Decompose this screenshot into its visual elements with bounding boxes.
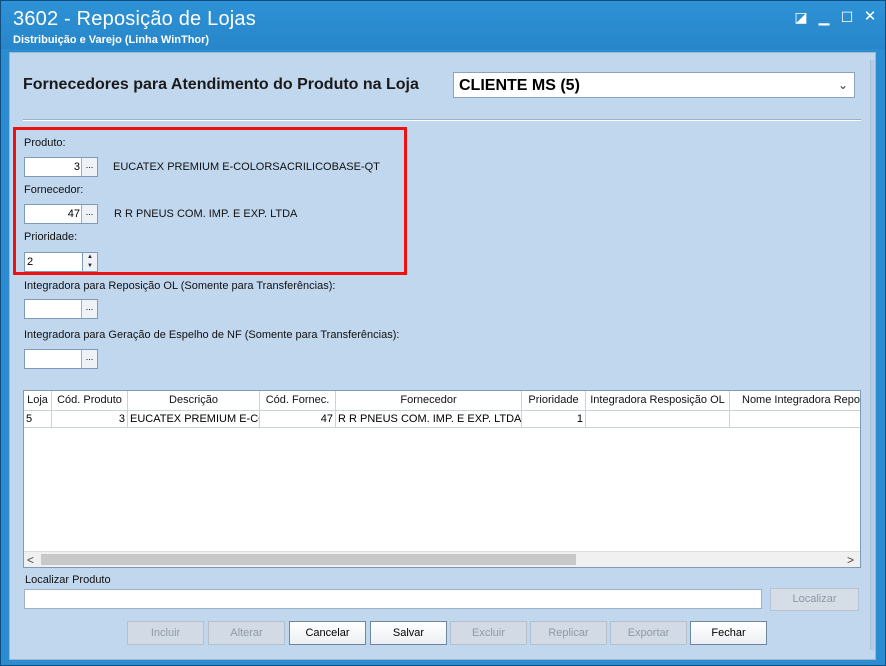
column-header-loja[interactable]: Loja xyxy=(24,391,52,410)
produto-description: EUCATEX PREMIUM E-COLORSACRILICOBASE-QT xyxy=(113,161,380,173)
incluir-button[interactable]: Incluir xyxy=(127,621,204,645)
cell-cod-fornec: 47 xyxy=(260,411,336,427)
window-title: 3602 - Reposição de Lojas xyxy=(13,8,256,30)
cell-cod-produto: 3 xyxy=(52,411,128,427)
spin-down-icon[interactable]: ▼ xyxy=(83,262,97,271)
fornecedor-description: R R PNEUS COM. IMP. E EXP. LTDA xyxy=(114,208,298,220)
horizontal-scrollbar[interactable]: < > xyxy=(24,551,860,567)
excluir-button[interactable]: Excluir xyxy=(450,621,527,645)
store-select-value: CLIENTE MS (5) xyxy=(459,77,580,94)
minimize-icon[interactable]: ▁ xyxy=(815,9,833,25)
search-input[interactable] xyxy=(24,589,762,609)
produto-code-value: 3 xyxy=(73,161,80,173)
fornecedor-search-button[interactable]: ... xyxy=(81,205,97,223)
integradora-nf-input[interactable]: ... xyxy=(24,349,98,369)
maximize-icon[interactable]: ☐ xyxy=(838,9,856,25)
scroll-left-icon[interactable]: < xyxy=(27,553,34,567)
cell-integradora-ol xyxy=(586,411,730,427)
data-grid[interactable]: Loja Cód. Produto Descrição Cód. Fornec.… xyxy=(23,390,861,568)
restore-icon[interactable]: ◪ xyxy=(792,9,810,25)
integradora-nf-label: Integradora para Geração de Espelho de N… xyxy=(24,329,400,341)
fornecedor-code-input[interactable]: 47 ... xyxy=(24,204,98,224)
fornecedor-label: Fornecedor: xyxy=(24,184,84,196)
produto-code-input[interactable]: 3 ... xyxy=(24,157,98,177)
scroll-right-icon[interactable]: > xyxy=(847,553,854,567)
store-select[interactable]: CLIENTE MS (5) ⌄ xyxy=(453,72,855,98)
window-subtitle: Distribuição e Varejo (Linha WinThor) xyxy=(13,34,210,46)
cell-fornecedor: R R PNEUS COM. IMP. E EXP. LTDA xyxy=(338,411,522,427)
vertical-scrollbar[interactable] xyxy=(870,60,875,650)
integradora-ol-label: Integradora para Reposição OL (Somente p… xyxy=(24,280,336,292)
column-header-cod-fornec[interactable]: Cód. Fornec. xyxy=(260,391,336,410)
column-header-descricao[interactable]: Descrição xyxy=(128,391,260,410)
cell-loja: 5 xyxy=(24,411,52,427)
produto-label: Produto: xyxy=(24,137,66,149)
close-icon[interactable]: ✕ xyxy=(861,9,879,25)
search-label: Localizar Produto xyxy=(25,574,111,586)
fornecedor-code-value: 47 xyxy=(67,208,80,220)
spin-up-icon[interactable]: ▲ xyxy=(83,253,97,262)
salvar-button[interactable]: Salvar xyxy=(370,621,447,645)
title-bar[interactable]: 3602 - Reposição de Lojas Distribuição e… xyxy=(1,1,885,49)
header-divider xyxy=(23,119,861,121)
integradora-nf-search-button[interactable]: ... xyxy=(81,350,97,368)
alterar-button[interactable]: Alterar xyxy=(208,621,285,645)
produto-search-button[interactable]: ... xyxy=(81,158,97,176)
cell-descricao: EUCATEX PREMIUM E-COL xyxy=(130,411,260,427)
integradora-ol-input[interactable]: ... xyxy=(24,299,98,319)
exportar-button[interactable]: Exportar xyxy=(610,621,687,645)
chevron-down-icon[interactable]: ⌄ xyxy=(838,78,848,92)
column-header-cod-produto[interactable]: Cód. Produto xyxy=(52,391,128,410)
cell-prioridade: 1 xyxy=(522,411,586,427)
prioridade-value: 2 xyxy=(27,256,34,268)
fechar-button[interactable]: Fechar xyxy=(690,621,767,645)
scrollbar-thumb[interactable] xyxy=(41,554,576,565)
integradora-ol-search-button[interactable]: ... xyxy=(81,300,97,318)
column-header-integradora-ol[interactable]: Integradora Resposição OL xyxy=(586,391,730,410)
cancelar-button[interactable]: Cancelar xyxy=(289,621,366,645)
column-header-prioridade[interactable]: Prioridade xyxy=(522,391,586,410)
prioridade-spinner[interactable]: ▲ ▼ xyxy=(82,252,98,272)
locate-button[interactable]: Localizar xyxy=(770,588,859,611)
column-header-fornecedor[interactable]: Fornecedor xyxy=(336,391,522,410)
page-title: Fornecedores para Atendimento do Produto… xyxy=(23,76,419,93)
grid-header: Loja Cód. Produto Descrição Cód. Fornec.… xyxy=(24,391,860,411)
cell-nome-integradora xyxy=(730,411,860,427)
column-header-nome-integradora[interactable]: Nome Integradora Reposi xyxy=(730,391,860,410)
table-row[interactable]: 5 3 EUCATEX PREMIUM E-COL 47 R R PNEUS C… xyxy=(24,411,860,428)
prioridade-label: Prioridade: xyxy=(24,231,78,243)
replicar-button[interactable]: Replicar xyxy=(530,621,607,645)
